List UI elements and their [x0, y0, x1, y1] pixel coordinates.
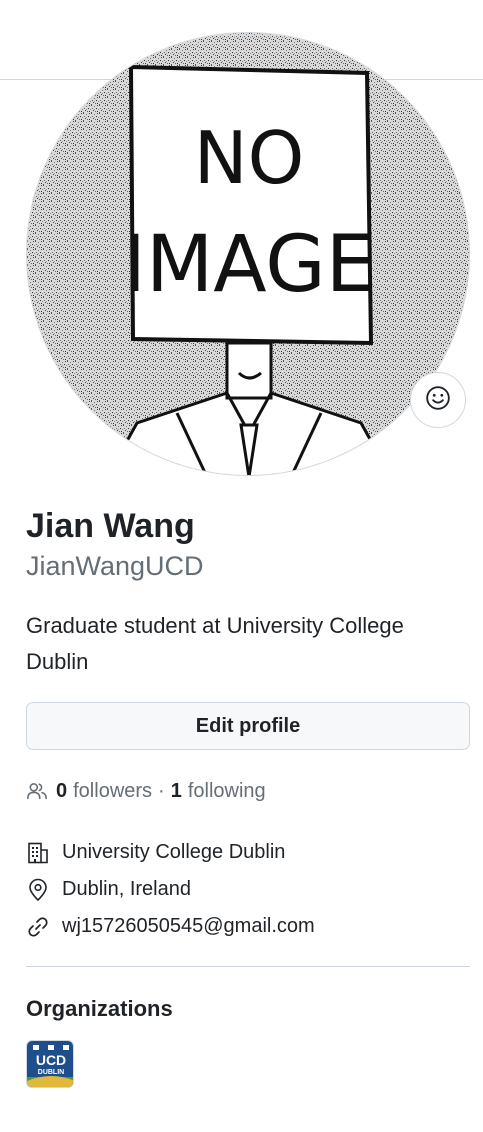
organizations-heading: Organizations	[26, 996, 173, 1021]
email-link[interactable]: wj15726050545@gmail.com	[62, 915, 315, 938]
org-avatar-ucd[interactable]: UCD DUBLIN	[26, 1040, 74, 1088]
smiley-icon	[425, 385, 451, 416]
following-count[interactable]: 1	[171, 780, 182, 803]
profile-details: University College Dublin Dublin, Irelan…	[26, 834, 470, 945]
followers-link[interactable]: followers	[73, 780, 152, 803]
avatar-sign-line2: IMAGE	[123, 220, 375, 310]
people-icon	[26, 780, 48, 802]
edit-profile-button[interactable]: Edit profile	[26, 702, 470, 750]
set-status-button[interactable]	[410, 372, 466, 428]
follow-separator: ·	[158, 779, 165, 802]
section-divider	[26, 966, 470, 967]
location-pin-icon	[26, 878, 50, 902]
detail-location: Dublin, Ireland	[26, 871, 470, 908]
organization-text: University College Dublin	[62, 841, 286, 863]
profile-username: JianWangUCD	[26, 551, 204, 581]
profile-name: Jian Wang	[26, 507, 195, 545]
avatar-sign-line1: NO	[194, 116, 305, 200]
follow-stats: 0 followers · 1 following	[26, 776, 266, 806]
profile-bio: Graduate student at University College D…	[26, 613, 404, 674]
org-logo-text-top: UCD	[36, 1052, 66, 1068]
building-icon	[26, 841, 50, 865]
followers-count[interactable]: 0	[56, 780, 67, 803]
avatar-container: NO IMAGE	[26, 32, 470, 476]
detail-organization: University College Dublin	[26, 834, 470, 871]
detail-email: wj15726050545@gmail.com	[26, 908, 470, 945]
location-text: Dublin, Ireland	[62, 878, 191, 900]
org-logo-text-bottom: DUBLIN	[38, 1069, 64, 1076]
link-icon	[26, 915, 50, 939]
avatar[interactable]: NO IMAGE	[26, 32, 470, 476]
following-link[interactable]: following	[188, 780, 266, 803]
